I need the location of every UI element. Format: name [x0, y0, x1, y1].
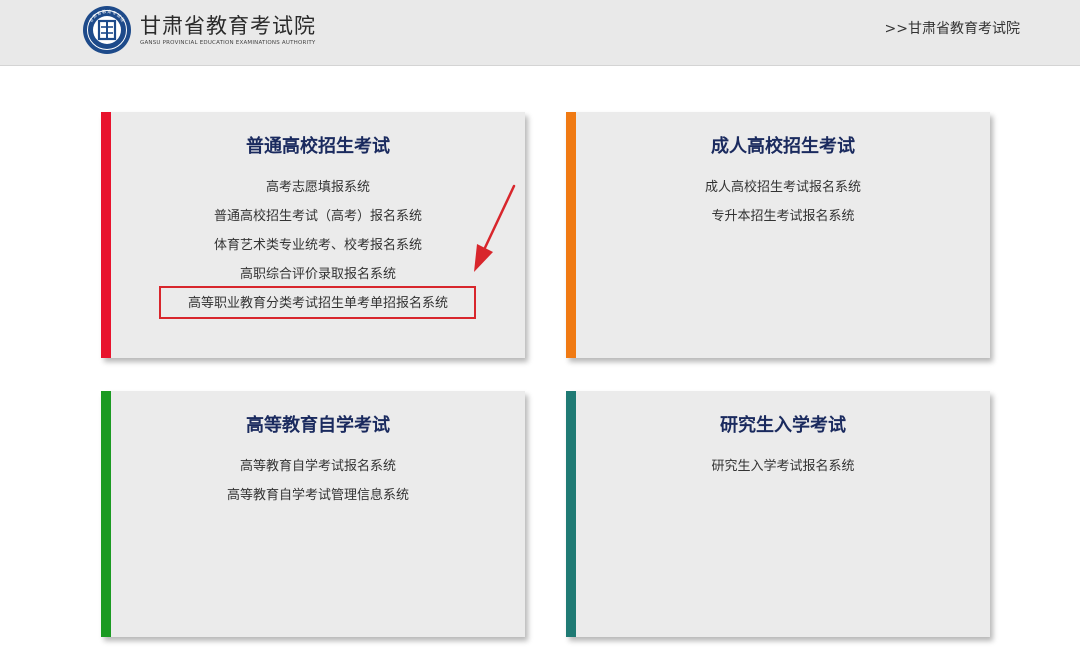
card-graduate-exam: 研究生入学考试 研究生入学考试报名系统 — [566, 391, 990, 637]
red-arrow-icon — [474, 184, 516, 272]
link-self-study-management[interactable]: 高等教育自学考试管理信息系统 — [111, 481, 525, 510]
link-sports-arts-registration[interactable]: 体育艺术类专业统考、校考报名系统 — [111, 231, 525, 260]
card-self-study-exam: 高等教育自学考试 高等教育自学考试报名系统 高等教育自学考试管理信息系统 — [101, 391, 525, 637]
card-link-list: 研究生入学考试报名系统 — [576, 452, 990, 481]
site-title: 甘肃省教育考试院 — [140, 14, 316, 38]
emblem-icon: 甘肃省教育考试院 — [83, 6, 131, 54]
card-accent-bar — [101, 391, 111, 637]
link-gaokao-volunteer[interactable]: 高考志愿填报系统 — [111, 173, 525, 202]
card-title: 研究生入学考试 — [720, 415, 846, 436]
card-title: 成人高校招生考试 — [711, 136, 855, 157]
site-subtitle: GANSU PROVINCIAL EDUCATION EXAMINATIONS … — [140, 40, 316, 46]
highlight-box — [159, 286, 476, 319]
site-header: 甘肃省教育考试院 甘肃省教育考试院 GANSU PROVINCIAL EDUCA… — [0, 0, 1080, 66]
link-graduate-registration[interactable]: 研究生入学考试报名系统 — [576, 452, 990, 481]
link-vocational-comprehensive[interactable]: 高职综合评价录取报名系统 — [111, 260, 525, 289]
link-adult-registration[interactable]: 成人高校招生考试报名系统 — [576, 173, 990, 202]
card-link-list: 成人高校招生考试报名系统 专升本招生考试报名系统 — [576, 173, 990, 231]
link-gaokao-registration[interactable]: 普通高校招生考试（高考）报名系统 — [111, 202, 525, 231]
link-upgrade-registration[interactable]: 专升本招生考试报名系统 — [576, 202, 990, 231]
card-accent-bar — [566, 391, 576, 637]
breadcrumb-home-link[interactable]: >>甘肃省教育考试院 — [885, 18, 1020, 38]
card-link-list: 高等教育自学考试报名系统 高等教育自学考试管理信息系统 — [111, 452, 525, 510]
card-accent-bar — [566, 112, 576, 358]
card-accent-bar — [101, 112, 111, 358]
card-adult-admission: 成人高校招生考试 成人高校招生考试报名系统 专升本招生考试报名系统 — [566, 112, 990, 358]
card-general-admission: 普通高校招生考试 高考志愿填报系统 普通高校招生考试（高考）报名系统 体育艺术类… — [101, 112, 525, 358]
link-self-study-registration[interactable]: 高等教育自学考试报名系统 — [111, 452, 525, 481]
card-title: 普通高校招生考试 — [246, 136, 390, 157]
card-title: 高等教育自学考试 — [246, 415, 390, 436]
site-logo[interactable]: 甘肃省教育考试院 甘肃省教育考试院 GANSU PROVINCIAL EDUCA… — [82, 4, 316, 56]
